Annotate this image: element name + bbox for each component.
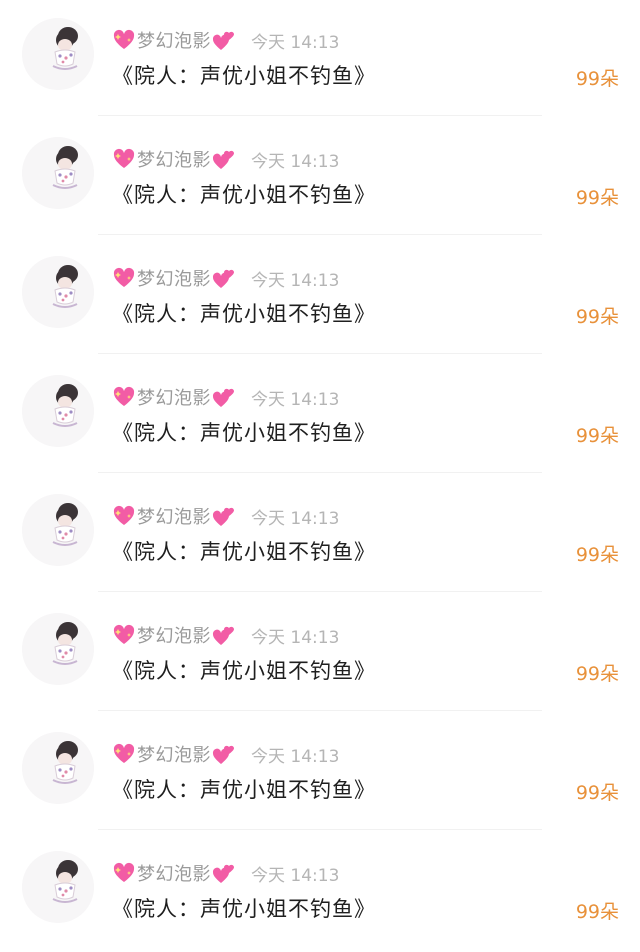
author-line: 梦幻泡影 <box>112 741 236 767</box>
avatar[interactable] <box>22 375 94 447</box>
divider <box>98 710 542 711</box>
two-hearts-icon <box>212 623 236 647</box>
flower-count[interactable]: 99朵 <box>576 659 619 686</box>
author-line: 梦幻泡影 <box>112 27 236 53</box>
sparkling-heart-icon <box>112 266 136 290</box>
comment-feed: 梦幻泡影 今天 14:13 《院人：声优小姐不钓鱼》 99朵 梦幻泡影 今天 1… <box>0 0 640 948</box>
author-line: 梦幻泡影 <box>112 860 236 886</box>
timestamp: 今天 14:13 <box>251 152 340 172</box>
avatar[interactable] <box>22 494 94 566</box>
flower-count[interactable]: 99朵 <box>576 64 619 91</box>
comment-row[interactable]: 梦幻泡影 今天 14:13 《院人：声优小姐不钓鱼》 99朵 <box>0 0 640 119</box>
two-hearts-icon <box>212 861 236 885</box>
comment-text: 《院人：声优小姐不钓鱼》 <box>112 302 376 326</box>
two-hearts-icon <box>212 742 236 766</box>
divider <box>98 591 542 592</box>
avatar[interactable] <box>22 613 94 685</box>
sparkling-heart-icon <box>112 861 136 885</box>
avatar[interactable] <box>22 256 94 328</box>
two-hearts-icon <box>212 504 236 528</box>
two-hearts-icon <box>212 28 236 52</box>
sparkling-heart-icon <box>112 504 136 528</box>
flower-count[interactable]: 99朵 <box>576 778 619 805</box>
timestamp: 今天 14:13 <box>251 509 340 529</box>
sparkling-heart-icon <box>112 28 136 52</box>
comment-text: 《院人：声优小姐不钓鱼》 <box>112 64 376 88</box>
author-line: 梦幻泡影 <box>112 384 236 410</box>
author-line: 梦幻泡影 <box>112 146 236 172</box>
comment-row[interactable]: 梦幻泡影 今天 14:13 《院人：声优小姐不钓鱼》 99朵 <box>0 714 640 833</box>
comment-text: 《院人：声优小姐不钓鱼》 <box>112 540 376 564</box>
divider <box>98 829 542 830</box>
divider <box>98 353 542 354</box>
flower-count[interactable]: 99朵 <box>576 183 619 210</box>
timestamp: 今天 14:13 <box>251 33 340 53</box>
flower-count[interactable]: 99朵 <box>576 540 619 567</box>
comment-row[interactable]: 梦幻泡影 今天 14:13 《院人：声优小姐不钓鱼》 99朵 <box>0 119 640 238</box>
two-hearts-icon <box>212 147 236 171</box>
author-name[interactable]: 梦幻泡影 <box>137 384 211 410</box>
comment-text: 《院人：声优小姐不钓鱼》 <box>112 421 376 445</box>
author-name[interactable]: 梦幻泡影 <box>137 622 211 648</box>
flower-count[interactable]: 99朵 <box>576 897 619 924</box>
comment-row[interactable]: 梦幻泡影 今天 14:13 《院人：声优小姐不钓鱼》 99朵 <box>0 238 640 357</box>
two-hearts-icon <box>212 266 236 290</box>
sparkling-heart-icon <box>112 623 136 647</box>
sparkling-heart-icon <box>112 385 136 409</box>
avatar[interactable] <box>22 18 94 90</box>
comment-text: 《院人：声优小姐不钓鱼》 <box>112 778 376 802</box>
comment-row[interactable]: 梦幻泡影 今天 14:13 《院人：声优小姐不钓鱼》 99朵 <box>0 595 640 714</box>
avatar[interactable] <box>22 137 94 209</box>
flower-count[interactable]: 99朵 <box>576 302 619 329</box>
two-hearts-icon <box>212 385 236 409</box>
comment-text: 《院人：声优小姐不钓鱼》 <box>112 183 376 207</box>
comment-row[interactable]: 梦幻泡影 今天 14:13 《院人：声优小姐不钓鱼》 99朵 <box>0 357 640 476</box>
divider <box>98 234 542 235</box>
author-name[interactable]: 梦幻泡影 <box>137 741 211 767</box>
avatar[interactable] <box>22 851 94 923</box>
author-line: 梦幻泡影 <box>112 622 236 648</box>
author-name[interactable]: 梦幻泡影 <box>137 27 211 53</box>
comment-row[interactable]: 梦幻泡影 今天 14:13 《院人：声优小姐不钓鱼》 99朵 <box>0 833 640 952</box>
timestamp: 今天 14:13 <box>251 271 340 291</box>
author-name[interactable]: 梦幻泡影 <box>137 265 211 291</box>
author-name[interactable]: 梦幻泡影 <box>137 860 211 886</box>
flower-count[interactable]: 99朵 <box>576 421 619 448</box>
author-line: 梦幻泡影 <box>112 503 236 529</box>
author-line: 梦幻泡影 <box>112 265 236 291</box>
timestamp: 今天 14:13 <box>251 747 340 767</box>
author-name[interactable]: 梦幻泡影 <box>137 146 211 172</box>
divider <box>98 115 542 116</box>
timestamp: 今天 14:13 <box>251 628 340 648</box>
comment-text: 《院人：声优小姐不钓鱼》 <box>112 659 376 683</box>
timestamp: 今天 14:13 <box>251 866 340 886</box>
comment-row[interactable]: 梦幻泡影 今天 14:13 《院人：声优小姐不钓鱼》 99朵 <box>0 476 640 595</box>
timestamp: 今天 14:13 <box>251 390 340 410</box>
avatar[interactable] <box>22 732 94 804</box>
sparkling-heart-icon <box>112 742 136 766</box>
divider <box>98 472 542 473</box>
sparkling-heart-icon <box>112 147 136 171</box>
comment-text: 《院人：声优小姐不钓鱼》 <box>112 897 376 921</box>
author-name[interactable]: 梦幻泡影 <box>137 503 211 529</box>
